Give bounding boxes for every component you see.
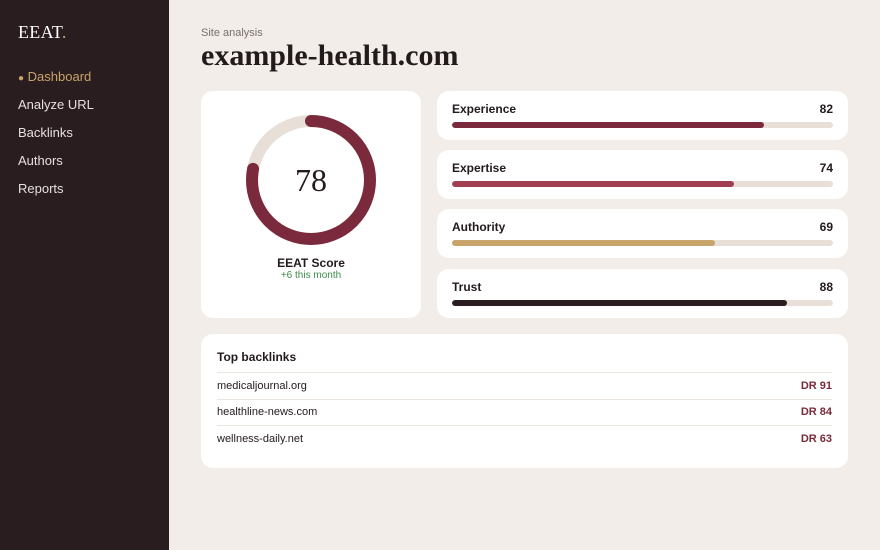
backlinks-card: Top backlinks medicaljournal.org DR 91 h… <box>201 334 848 468</box>
score-card: 78 EEAT Score +6 this month <box>201 91 421 318</box>
sidebar-item-label: Dashboard <box>27 69 92 84</box>
sidebar-item-backlinks[interactable]: Backlinks <box>18 122 94 150</box>
sidebar: EEAT. ● Dashboard Analyze URL Backlinks … <box>0 0 169 550</box>
logo-text: EEAT <box>18 22 62 42</box>
sidebar-item-label: Analyze URL <box>18 97 94 112</box>
sidebar-item-label: Reports <box>18 181 64 196</box>
progress-track <box>452 122 833 128</box>
sidebar-item-dashboard[interactable]: ● Dashboard <box>18 66 94 94</box>
sidebar-item-label: Authors <box>18 153 63 168</box>
metric-value: 82 <box>819 102 833 116</box>
list-item: wellness-daily.net DR 63 <box>217 425 832 452</box>
backlink-dr: DR 84 <box>800 406 832 419</box>
list-item: medicaljournal.org DR 91 <box>217 372 832 399</box>
backlinks-list: medicaljournal.org DR 91 healthline-news… <box>217 372 832 452</box>
backlink-domain[interactable]: wellness-daily.net <box>217 433 303 445</box>
list-item: healthline-news.com DR 84 <box>217 398 832 426</box>
sidebar-item-analyze-url[interactable]: Analyze URL <box>18 94 94 122</box>
logo-dot: . <box>61 22 67 42</box>
sidebar-item-authors[interactable]: Authors <box>18 150 94 178</box>
progress-track <box>452 300 833 306</box>
metric-name: Experience <box>452 102 517 116</box>
page-title: example-health.com <box>201 39 459 72</box>
metric-card-experience: Experience 82 <box>437 91 848 140</box>
progress-fill <box>452 240 715 246</box>
score-value: 78 <box>295 161 327 198</box>
score-label: EEAT Score <box>277 256 345 270</box>
sidebar-nav: ● Dashboard Analyze URL Backlinks Author… <box>18 66 94 206</box>
metric-value: 88 <box>819 280 833 294</box>
progress-fill <box>452 122 765 128</box>
active-dot-icon: ● <box>18 73 25 84</box>
metric-name: Expertise <box>452 161 507 175</box>
progress-fill <box>452 300 788 306</box>
app-logo[interactable]: EEAT. <box>18 22 67 43</box>
metric-value: 69 <box>819 220 833 234</box>
backlink-domain[interactable]: healthline-news.com <box>217 406 317 418</box>
score-delta: +6 this month <box>280 270 342 281</box>
metric-name: Authority <box>452 220 506 234</box>
backlinks-title: Top backlinks <box>217 350 297 364</box>
sidebar-item-reports[interactable]: Reports <box>18 178 94 206</box>
metric-card-authority: Authority 69 <box>437 209 848 258</box>
metric-name: Trust <box>452 280 482 294</box>
page-eyebrow: Site analysis <box>201 27 263 39</box>
progress-track <box>452 181 833 187</box>
sidebar-item-label: Backlinks <box>18 125 73 140</box>
metric-card-trust: Trust 88 <box>437 269 848 318</box>
progress-track <box>452 240 833 246</box>
metric-value: 74 <box>819 161 833 175</box>
backlink-dr: DR 91 <box>800 379 832 392</box>
progress-fill <box>452 181 734 187</box>
metric-card-expertise: Expertise 74 <box>437 150 848 199</box>
backlink-domain[interactable]: medicaljournal.org <box>217 380 307 392</box>
backlink-dr: DR 63 <box>800 432 832 445</box>
